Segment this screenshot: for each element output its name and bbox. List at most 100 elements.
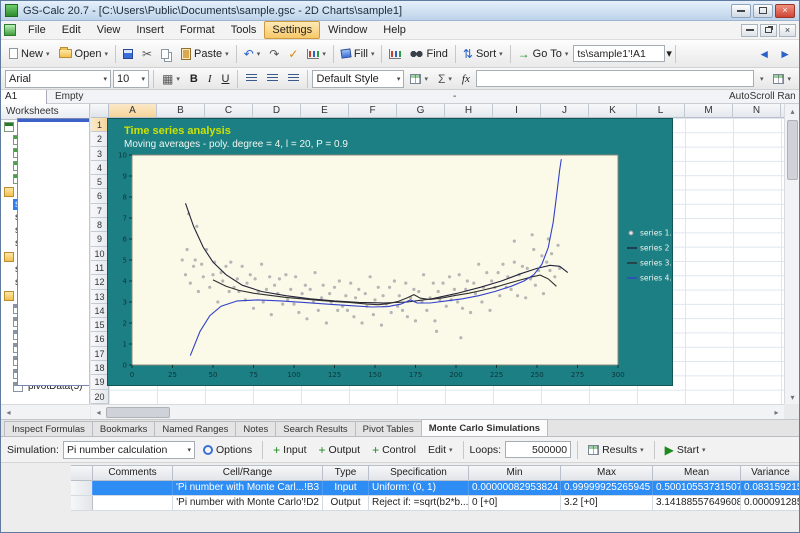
column-header-I[interactable]: I xyxy=(493,104,541,118)
scroll-left-icon[interactable]: ◂ xyxy=(91,405,106,420)
row-gutter[interactable] xyxy=(71,496,93,510)
options-button[interactable]: Options xyxy=(199,439,256,460)
minimize-button[interactable] xyxy=(731,4,751,18)
simulation-select[interactable]: Pi number calculation▾ xyxy=(63,441,195,459)
column-header-J[interactable]: J xyxy=(541,104,589,118)
goto-input[interactable] xyxy=(573,45,665,62)
copy-button[interactable] xyxy=(157,43,176,64)
formula-options-button[interactable]: ▾ xyxy=(756,68,768,89)
spreadsheet-grid[interactable]: ABCDEFGHIJKLMNO 123456789101112131415161… xyxy=(91,104,784,404)
column-header-max[interactable]: Max xyxy=(561,466,653,480)
italic-button[interactable]: I xyxy=(204,68,216,89)
add-output-button[interactable]: +Output xyxy=(315,439,365,460)
column-header-F[interactable]: F xyxy=(349,104,397,118)
menu-tools[interactable]: Tools xyxy=(223,21,265,39)
horizontal-scroll-thumb[interactable] xyxy=(106,407,170,418)
nav-back-button[interactable]: ◄ xyxy=(754,43,774,64)
menu-format[interactable]: Format xyxy=(172,21,223,39)
column-header-mean[interactable]: Mean xyxy=(653,466,741,480)
fill-button[interactable]: Fill▾ xyxy=(337,43,379,64)
style-select[interactable]: Default Style▾ xyxy=(312,70,404,88)
column-header-min[interactable]: Min xyxy=(469,466,561,480)
spellcheck-button[interactable]: ✓ xyxy=(284,43,302,64)
column-header-K[interactable]: K xyxy=(589,104,637,118)
formula-input[interactable] xyxy=(476,70,754,87)
menu-insert[interactable]: Insert xyxy=(128,21,172,39)
align-right-button[interactable] xyxy=(284,68,303,89)
mdi-restore-button[interactable] xyxy=(760,24,777,37)
vertical-scroll-thumb[interactable] xyxy=(787,120,798,180)
vertical-scrollbar[interactable]: ▴ ▾ xyxy=(784,104,799,404)
sort-button[interactable]: ⇅Sort▾ xyxy=(459,43,507,64)
results-button[interactable]: Results▾ xyxy=(584,439,648,460)
menu-file[interactable]: File xyxy=(20,21,54,39)
column-header-comments[interactable]: Comments xyxy=(93,466,173,480)
start-button[interactable]: ▶Start▾ xyxy=(661,439,710,460)
column-header-type[interactable]: Type xyxy=(323,466,369,480)
menu-help[interactable]: Help xyxy=(375,21,414,39)
table-row[interactable]: 'Pi number with Monte Carl...!B3InputUni… xyxy=(71,481,800,496)
function-button[interactable]: fx xyxy=(458,68,474,89)
column-header-B[interactable]: B xyxy=(157,104,205,118)
add-input-button[interactable]: +Input xyxy=(269,439,310,460)
align-left-button[interactable] xyxy=(242,68,261,89)
add-control-button[interactable]: +Control xyxy=(368,439,420,460)
column-header-L[interactable]: L xyxy=(637,104,685,118)
menu-window[interactable]: Window xyxy=(320,21,375,39)
table-row[interactable]: 'Pi number with Monte Carlo'!D2OutputRej… xyxy=(71,496,800,511)
tab-notes[interactable]: Notes xyxy=(235,421,276,436)
cut-button[interactable]: ✂ xyxy=(138,43,156,64)
column-header-cell-range[interactable]: Cell/Range xyxy=(173,466,323,480)
name-box[interactable]: A1 xyxy=(1,90,47,104)
sidebar-scrollbar[interactable]: ◂ xyxy=(1,404,90,419)
close-button[interactable]: × xyxy=(775,4,795,18)
row-header-20[interactable]: 20 xyxy=(91,390,109,404)
tab-inspect-formulas[interactable]: Inspect Formulas xyxy=(4,421,93,436)
insert-chart-button[interactable]: ▾ xyxy=(303,43,330,64)
menu-edit[interactable]: Edit xyxy=(54,21,89,39)
maximize-button[interactable] xyxy=(753,4,773,18)
open-button[interactable]: Open▾ xyxy=(55,43,112,64)
horizontal-scrollbar[interactable]: ◂ ▸ xyxy=(91,404,784,419)
sum-button[interactable]: Σ▾ xyxy=(434,68,456,89)
column-header-C[interactable]: C xyxy=(205,104,253,118)
edit-button[interactable]: Edit▾ xyxy=(424,439,457,460)
align-center-button[interactable] xyxy=(263,68,282,89)
column-header-D[interactable]: D xyxy=(253,104,301,118)
mdi-minimize-button[interactable] xyxy=(741,24,758,37)
new-button[interactable]: New▾ xyxy=(5,43,54,64)
menu-view[interactable]: View xyxy=(89,21,129,39)
column-header-M[interactable]: M xyxy=(685,104,733,118)
scroll-right-icon[interactable]: ▸ xyxy=(769,405,784,420)
column-header-A[interactable]: A xyxy=(109,104,157,118)
bold-button[interactable]: B xyxy=(186,68,202,89)
chart-object[interactable]: 0123456789100255075100125150175200225250… xyxy=(107,118,673,386)
scroll-left-icon[interactable]: ◂ xyxy=(1,405,16,420)
save-button[interactable] xyxy=(119,43,137,64)
table-format-button[interactable]: ▾ xyxy=(406,68,432,89)
paste-button[interactable]: Paste▾ xyxy=(177,43,233,64)
scroll-up-icon[interactable]: ▴ xyxy=(785,104,800,118)
chart-tool-button[interactable] xyxy=(385,43,405,64)
column-header-N[interactable]: N xyxy=(733,104,781,118)
tab-search-results[interactable]: Search Results xyxy=(275,421,355,436)
column-header-G[interactable]: G xyxy=(397,104,445,118)
column-header-E[interactable]: E xyxy=(301,104,349,118)
tab-named-ranges[interactable]: Named Ranges xyxy=(154,421,236,436)
sidebar-item-sample2[interactable]: sample2 xyxy=(1,276,89,289)
column-header-H[interactable]: H xyxy=(445,104,493,118)
column-header-specification[interactable]: Specification xyxy=(369,466,469,480)
font-size-select[interactable]: 10▾ xyxy=(113,70,149,88)
goto-dropdown-icon[interactable]: ▾ xyxy=(666,47,672,60)
find-button[interactable]: Find xyxy=(406,43,451,64)
row-gutter[interactable] xyxy=(71,481,93,495)
undo-button[interactable]: ↶▾ xyxy=(240,43,265,64)
mdi-close-button[interactable]: × xyxy=(779,24,796,37)
tab-pivot-tables[interactable]: Pivot Tables xyxy=(355,421,422,436)
nav-forward-button[interactable]: ► xyxy=(775,43,795,64)
column-header-variance[interactable]: Variance xyxy=(741,466,800,480)
select-all-corner[interactable] xyxy=(91,104,109,118)
menu-settings[interactable]: Settings xyxy=(264,21,320,39)
redo-button[interactable]: ↷ xyxy=(265,43,283,64)
tab-monte-carlo-simulations[interactable]: Monte Carlo Simulations xyxy=(421,419,548,436)
